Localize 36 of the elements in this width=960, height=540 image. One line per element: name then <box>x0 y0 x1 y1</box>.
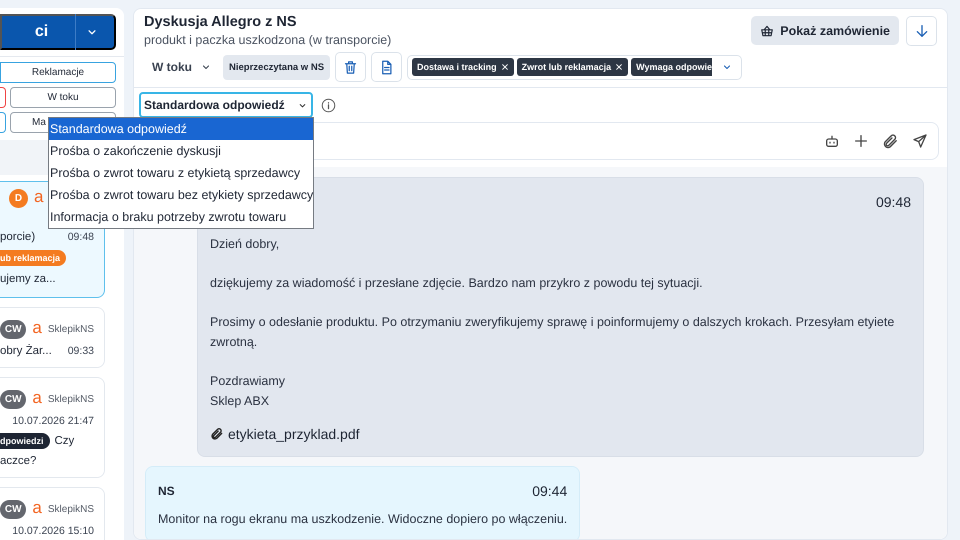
conversation-time: 09:33 <box>68 345 94 357</box>
conversation-time: 10.07.2026 15:10 <box>12 525 94 537</box>
message-preview: ujemy za... <box>0 273 57 285</box>
tag-chip: Dostawa i tracking <box>412 58 514 76</box>
message-time: 09:44 <box>532 482 568 501</box>
conversation-subject: obry Żar... <box>0 345 52 357</box>
avatar-badge: CW <box>0 500 26 519</box>
source-logo: a <box>32 499 42 516</box>
message-preview: aczce? <box>0 455 38 467</box>
message-text: dziękujemy za wiadomość i przesłane zdjęcie. Bardzo nam przykro z powodu tej sytuacji. <box>210 275 704 292</box>
shop-name: SklepikNS <box>48 394 94 405</box>
message-text: Pozdrawiamy Sklep ABX <box>210 373 286 410</box>
message-sender: NS <box>158 483 175 500</box>
conversation-title: Dyskusja Allegro z NS <box>144 14 298 30</box>
avatar-badge: D <box>9 189 28 208</box>
shop-name: SklepikNS <box>48 504 94 515</box>
conversation-time: 10.07.2026 21:47 <box>12 415 94 427</box>
message-text: Monitor na rogu ekranu ma uszkodzenie. Widoczne dopiero po włączeniu. <box>158 511 568 528</box>
tag-chip: Wymaga odpowie <box>631 58 712 76</box>
message-text: Prosimy o odesłanie produktu. Po otrzymaniu zweryfikujemy sprawę i poinformujemy o dalszych krokach. Przesyłam etyiete zwrotną. <box>210 314 896 351</box>
tag-label: dpowiedzi <box>0 433 50 449</box>
avatar-badge: CW <box>0 390 26 409</box>
tag-label: ub reklamacja <box>0 250 66 266</box>
tag-chip: Zwrot lub reklamacja <box>516 58 628 76</box>
shop-name: SklepikNS <box>48 324 94 335</box>
message-text: Dzień dobry, <box>210 236 280 253</box>
conversation-time: 09:48 <box>68 231 94 243</box>
message-preview: Czy <box>54 435 74 447</box>
source-logo: a <box>34 188 44 205</box>
avatar-badge: CW <box>0 320 26 339</box>
source-logo: a <box>32 319 42 336</box>
conversation-subject: porcie) <box>0 231 36 243</box>
conversation-subtitle: produkt i paczka uszkodzona (w transporcie) <box>144 33 392 47</box>
message-time: 09:48 <box>876 193 911 212</box>
source-logo: a <box>32 389 42 406</box>
read-status-chip: Nieprzeczytana w NS <box>223 54 330 80</box>
